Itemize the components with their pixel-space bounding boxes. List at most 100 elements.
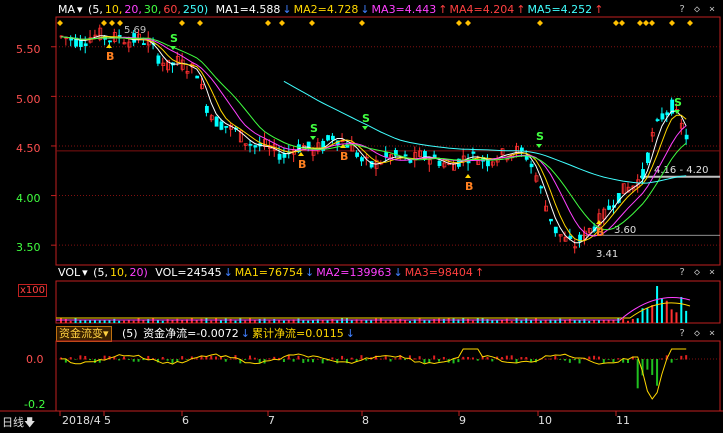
support-annotation: 3.60 (614, 225, 637, 236)
candle-body (626, 186, 631, 193)
ma-value: MA4=4.204 (449, 3, 515, 16)
volume-bar (520, 320, 523, 323)
candle-body (122, 42, 127, 45)
fund-value: 累计净流=0.0115 (252, 327, 344, 340)
candle-body (466, 160, 471, 164)
vol-ma-line (56, 302, 691, 319)
ma-indicator-label[interactable]: MA (58, 3, 75, 16)
volume-bar (60, 318, 62, 323)
volume-bar (287, 319, 290, 323)
chart-canvas[interactable]: B B B B B S S S S S (0, 0, 723, 428)
fund-bar (331, 357, 334, 360)
candle-body (171, 62, 175, 66)
ma5-line (283, 80, 687, 184)
candle-body (650, 132, 655, 137)
diamond-icon[interactable]: ◇ (691, 3, 703, 17)
fund-bar (486, 357, 489, 360)
volume-bar (568, 318, 571, 323)
fund-bar (413, 358, 416, 360)
volume-bar (292, 319, 295, 323)
volume-bar (360, 319, 363, 323)
ma-param: 30, (143, 3, 162, 16)
price-tick: 5.00 (16, 93, 41, 106)
candle-body (335, 140, 340, 146)
ma-param: 250) (182, 3, 209, 16)
fund-bar (302, 359, 305, 363)
fund-value: 资金净流=-0.0072 (143, 327, 239, 340)
period-button[interactable]: 日线🡇 (2, 414, 35, 433)
fund-bar (84, 355, 87, 360)
marker-diamond-icon (117, 20, 123, 26)
help-icon[interactable]: ? (676, 327, 688, 341)
candle-body (243, 143, 248, 146)
diamond-icon[interactable]: ◇ (691, 266, 703, 280)
ma-value: MA1=4.588 (215, 3, 281, 16)
volume-bar (438, 318, 440, 323)
volume-bar (602, 319, 605, 323)
fund-bar (573, 359, 576, 361)
candle-body (587, 228, 592, 233)
volume-bar (651, 305, 654, 323)
help-icon[interactable]: ? (676, 3, 688, 17)
volume-bar (622, 318, 625, 323)
fund-bar (617, 358, 620, 360)
fund-bar (685, 355, 688, 360)
dropdown-arrow-icon[interactable]: ▾ (82, 266, 88, 279)
candle-body (486, 159, 490, 167)
volume-bar (534, 318, 537, 323)
fund-bar (457, 359, 460, 363)
volume-bar (510, 320, 513, 323)
candle-body (345, 144, 350, 148)
candle-body (321, 140, 326, 151)
fund-indicator-select[interactable]: 资金流变▾ (56, 326, 112, 342)
volume-bar (312, 319, 314, 323)
volume-bar (418, 318, 421, 323)
fund-bar (224, 359, 227, 362)
fund-bar (520, 357, 523, 360)
close-icon[interactable]: × (706, 3, 718, 17)
candle-body (490, 161, 495, 166)
marker-diamond-icon (109, 20, 115, 26)
marker-diamond-icon (669, 20, 675, 26)
diamond-icon[interactable]: ◇ (691, 327, 703, 341)
candle-body (151, 42, 156, 45)
dropdown-arrow-icon[interactable]: ▾ (77, 3, 83, 16)
fund-bar (152, 358, 155, 360)
volume-bar (64, 318, 67, 323)
candle-body (597, 213, 602, 228)
vol-indicator-label[interactable]: VOL (58, 266, 80, 279)
candle-body (442, 162, 447, 168)
candle-body (83, 43, 88, 46)
fund-bar (544, 358, 547, 360)
fund-tick: 0.0 (26, 353, 44, 366)
fund-bar (64, 359, 67, 363)
fund-bar (60, 357, 62, 360)
candle-body (238, 130, 243, 143)
fund-bar (161, 356, 164, 360)
signal-label-S: S (362, 112, 370, 125)
candle-body (59, 35, 64, 38)
help-icon[interactable]: ? (676, 266, 688, 280)
candle-body (679, 122, 684, 129)
volume-bar (321, 320, 324, 323)
candle-body (74, 37, 78, 47)
candle-body (636, 179, 641, 188)
candle-body (418, 150, 423, 157)
candle-body (282, 153, 287, 158)
trend-arrow-icon: ↓ (345, 327, 355, 340)
fund-bar (578, 359, 581, 364)
vol-value: MA1=76754 (234, 266, 304, 279)
fund-bar (607, 359, 610, 360)
fund-bar (166, 359, 169, 361)
vol-legend: VOL ▾ (5, 10, 20) VOL=24545 ↓ MA1=76754 ↓ MA2=1… (58, 266, 488, 280)
close-icon[interactable]: × (706, 327, 718, 341)
candle-body (558, 234, 563, 237)
close-icon[interactable]: × (706, 266, 718, 280)
volume-bar (137, 318, 140, 323)
fund-param: (5) (122, 327, 138, 340)
date-label: 8 (362, 414, 369, 427)
signal-label-S: S (170, 32, 178, 45)
signal-label-S: S (310, 122, 318, 135)
candle-body (219, 121, 224, 130)
volume-bar (370, 319, 373, 323)
